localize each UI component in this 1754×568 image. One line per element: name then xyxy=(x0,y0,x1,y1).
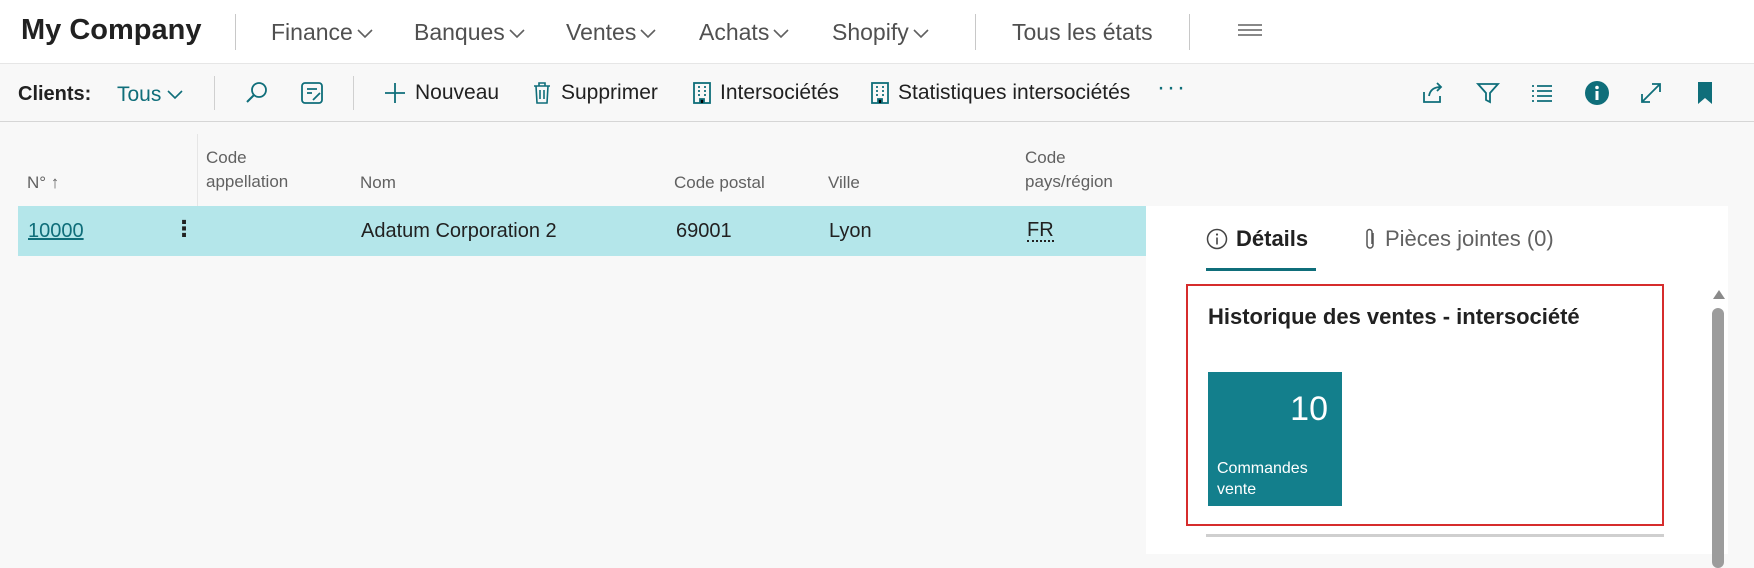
filter-icon[interactable] xyxy=(1473,78,1503,108)
intercompany-button-label: Intersociétés xyxy=(720,81,840,104)
nav-shopify[interactable]: Shopify xyxy=(832,19,929,46)
column-header-postal-code[interactable]: Code postal xyxy=(674,171,765,195)
edit-list-icon[interactable] xyxy=(297,78,327,108)
nav-banques-label: Banques xyxy=(414,19,505,45)
view-filter-dropdown[interactable]: Tous xyxy=(117,83,183,107)
chevron-down-icon xyxy=(357,28,373,38)
column-header-country[interactable]: Code pays/région xyxy=(1025,146,1113,194)
column-header-code[interactable]: Code appellation xyxy=(206,146,288,194)
chevron-down-icon xyxy=(913,28,929,38)
column-header-code-line1: Code xyxy=(206,148,247,167)
nav-divider xyxy=(235,14,236,50)
intercompany-sales-history-card: Historique des ventes - intersociété 10 … xyxy=(1186,284,1664,526)
nav-ventes-label: Ventes xyxy=(566,19,637,45)
expand-icon[interactable] xyxy=(1636,78,1666,108)
new-button-label: Nouveau xyxy=(415,81,500,104)
cell-name[interactable]: Adatum Corporation 2 xyxy=(361,220,557,243)
tab-attachments-label: Pièces jointes (0) xyxy=(1385,226,1554,251)
scrollbar-thumb[interactable] xyxy=(1712,308,1724,568)
factbox-scrollbar[interactable] xyxy=(1711,290,1727,568)
company-name[interactable]: My Company xyxy=(21,14,201,47)
new-button[interactable]: Nouveau xyxy=(383,79,499,107)
info-outline-icon xyxy=(1206,228,1228,250)
intercompany-statistics-label: Statistiques intersociétés xyxy=(898,81,1131,104)
table-row[interactable]: 10000 ⋮ Adatum Corporation 2 69001 Lyon … xyxy=(18,206,1146,256)
active-tab-indicator xyxy=(1206,268,1316,271)
column-header-country-line1: Code xyxy=(1025,148,1066,167)
nav-achats[interactable]: Achats xyxy=(699,19,789,46)
tab-attachments[interactable]: Pièces jointes (0) xyxy=(1363,226,1554,252)
menu-icon[interactable] xyxy=(1237,22,1263,43)
info-icon[interactable] xyxy=(1582,78,1612,108)
scroll-up-arrow-icon[interactable] xyxy=(1713,290,1725,299)
chevron-down-icon xyxy=(773,28,789,38)
view-filter-label: Tous xyxy=(117,83,162,106)
action-bar: Clients: Tous Nouveau Supprimer Intersoc… xyxy=(0,64,1754,122)
chevron-down-icon xyxy=(640,28,656,38)
column-header-city[interactable]: Ville xyxy=(828,171,860,195)
top-navigation: My Company Finance Banques Ventes Achats… xyxy=(0,0,1754,64)
more-options-icon[interactable]: ··· xyxy=(1157,74,1187,102)
column-divider xyxy=(197,134,198,206)
nav-achats-label: Achats xyxy=(699,19,770,45)
nav-all-reports-label: Tous les états xyxy=(1012,19,1153,45)
column-header-code-line2: appellation xyxy=(206,172,289,191)
plus-icon xyxy=(385,83,405,103)
toolbar-divider xyxy=(214,76,215,110)
delete-button-label: Supprimer xyxy=(561,81,658,104)
intercompany-button[interactable]: Intersociétés xyxy=(692,79,839,107)
nav-divider xyxy=(1189,14,1190,50)
chevron-down-icon xyxy=(167,90,183,100)
cue-label: Commandes vente xyxy=(1217,460,1308,498)
list-label: Clients: xyxy=(18,83,92,105)
toolbar-divider xyxy=(353,76,354,110)
card-title: Historique des ventes - intersociété xyxy=(1208,304,1580,329)
nav-shopify-label: Shopify xyxy=(832,19,909,45)
cue-value: 10 xyxy=(1290,390,1328,428)
delete-button[interactable]: Supprimer xyxy=(531,79,658,107)
search-icon[interactable] xyxy=(242,78,272,108)
sales-orders-cue-tile[interactable]: 10 Commandes vente xyxy=(1208,372,1342,506)
nav-all-reports[interactable]: Tous les états xyxy=(1012,19,1153,46)
factbox-pane: Détails Pièces jointes (0) Historique de… xyxy=(1146,206,1728,554)
nav-ventes[interactable]: Ventes xyxy=(566,19,656,46)
chevron-down-icon xyxy=(509,28,525,38)
intercompany-statistics-button[interactable]: Statistiques intersociétés xyxy=(870,79,1130,107)
nav-banques[interactable]: Banques xyxy=(414,19,525,46)
cell-postal-code[interactable]: 69001 xyxy=(676,220,732,243)
column-header-no[interactable]: N° ↑ xyxy=(27,171,59,195)
nav-finance-label: Finance xyxy=(271,19,353,45)
pane-divider xyxy=(1206,534,1664,537)
tab-details-label: Détails xyxy=(1236,226,1309,251)
column-header-country-line2: pays/région xyxy=(1025,172,1113,191)
nav-finance[interactable]: Finance xyxy=(271,19,373,46)
column-header-name[interactable]: Nom xyxy=(360,171,396,195)
bookmark-icon[interactable] xyxy=(1690,78,1720,108)
row-actions-icon[interactable]: ⋮ xyxy=(173,216,195,242)
nav-divider xyxy=(975,14,976,50)
trash-icon xyxy=(534,82,550,104)
building-icon xyxy=(871,82,889,104)
cell-country[interactable]: FR xyxy=(1027,220,1054,242)
paperclip-icon xyxy=(1366,228,1374,249)
building-icon xyxy=(693,82,711,104)
share-icon[interactable] xyxy=(1418,78,1448,108)
list-view-icon[interactable] xyxy=(1527,78,1557,108)
customer-number-link[interactable]: 10000 xyxy=(28,220,84,243)
tab-details[interactable]: Détails xyxy=(1206,226,1308,252)
cell-city[interactable]: Lyon xyxy=(829,220,872,243)
